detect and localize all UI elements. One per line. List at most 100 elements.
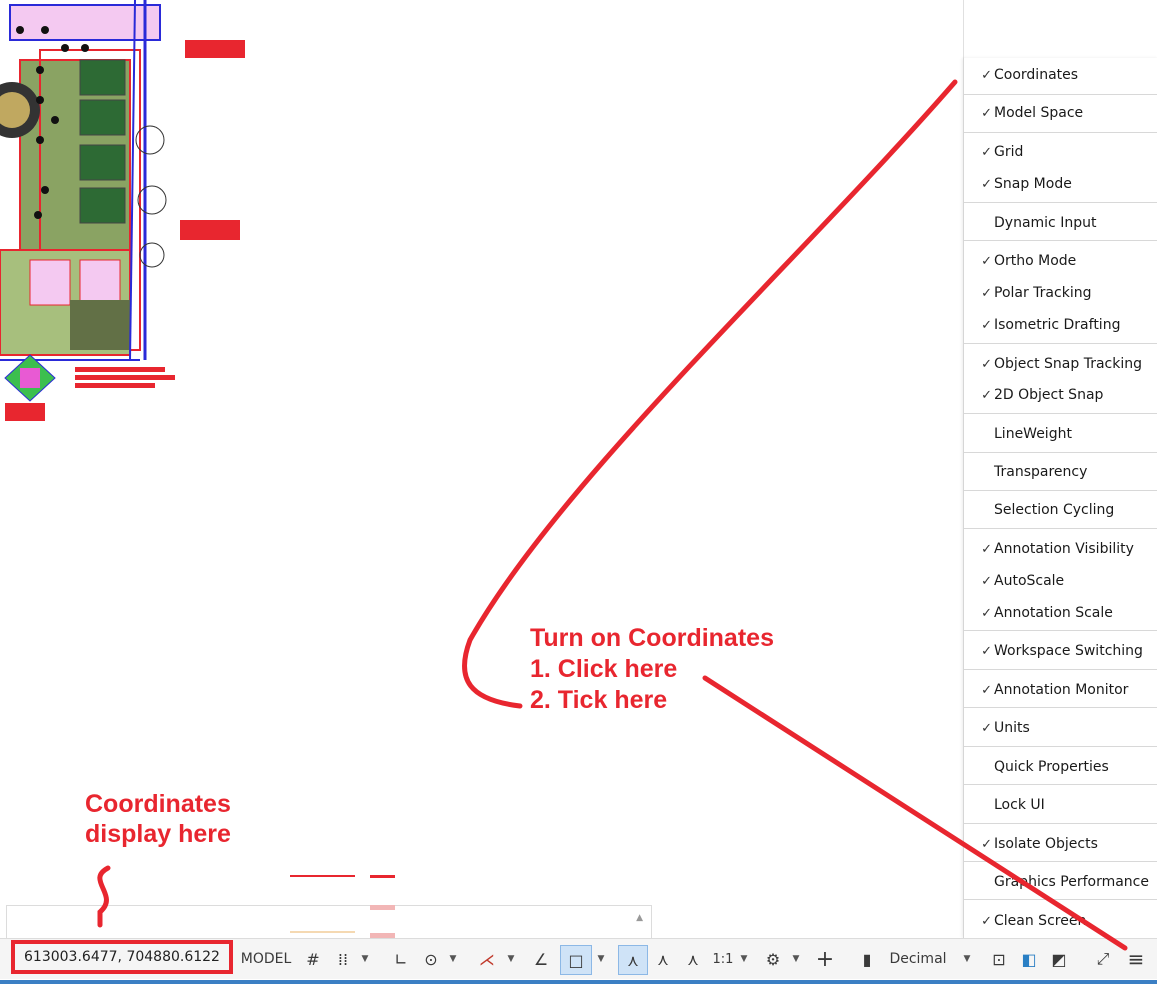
check-icon: ✓ — [981, 285, 992, 301]
menu-item[interactable]: ✓Transparency — [964, 457, 1157, 487]
menu-item[interactable]: ✓LineWeight — [964, 419, 1157, 449]
menu-item[interactable]: ✓ Grid — [964, 137, 1157, 167]
quick-properties-icon[interactable]: ⊡ — [986, 945, 1012, 973]
units-value[interactable]: Decimal — [884, 945, 952, 973]
isodraft-icon[interactable]: ⋌ — [474, 945, 500, 973]
menu-item[interactable]: ✓Selection Cycling — [964, 495, 1157, 525]
menu-item-label: Clean Screen — [994, 913, 1087, 929]
check-icon: ✓ — [981, 573, 992, 589]
menu-item[interactable]: ✓ Ortho Mode — [964, 246, 1157, 276]
coordinates-display[interactable]: 613003.6477, 704880.6122 — [11, 940, 233, 974]
check-icon: ✓ — [981, 913, 992, 929]
annotation-scale-icon[interactable]: ⋏ — [680, 945, 706, 973]
menu-item-label: Lock UI — [994, 797, 1045, 813]
menu-separator — [964, 343, 1157, 344]
fullscreen-icon[interactable]: ⤢ — [1090, 945, 1116, 973]
menu-item-label: Quick Properties — [994, 759, 1109, 775]
grid-icon[interactable]: # — [300, 945, 326, 973]
menu-item-label: Selection Cycling — [994, 502, 1115, 518]
check-icon: ✓ — [981, 144, 992, 160]
menu-separator — [964, 528, 1157, 529]
annotation-click-here: 1. Click here — [530, 655, 678, 683]
menu-item[interactable]: ✓ 2D Object Snap — [964, 380, 1157, 410]
menu-item-label: Ortho Mode — [994, 253, 1077, 269]
autoscale-icon[interactable]: ⋏ — [650, 945, 676, 973]
menu-item[interactable]: ✓Graphics Performance — [964, 867, 1157, 897]
annotation-monitor-icon[interactable]: + — [812, 945, 838, 973]
customization-menu-icon[interactable]: ≡ — [1122, 945, 1150, 973]
annotation-display-here: display here — [85, 820, 231, 848]
polar-dropdown-icon[interactable]: ▼ — [446, 945, 460, 973]
menu-item-label: Workspace Switching — [994, 643, 1143, 659]
menu-item-label: Grid — [994, 144, 1024, 160]
drawing-canvas[interactable] — [0, 0, 250, 500]
menu-item-label: Model Space — [994, 105, 1084, 121]
menu-item[interactable]: ✓Quick Properties — [964, 752, 1157, 782]
menu-item[interactable]: ✓ Annotation Scale — [964, 598, 1157, 628]
status-bar: 613003.6477, 704880.6122 MODEL # ⁞⁞ ▼ ∟ … — [0, 938, 1157, 984]
polar-icon[interactable]: ⊙ — [418, 945, 444, 973]
osnap-icon[interactable]: □ — [560, 945, 592, 975]
menu-item[interactable]: ✓ Annotation Visibility — [964, 534, 1157, 564]
scroll-up-icon[interactable]: ▲ — [636, 913, 643, 923]
menu-item-label: Coordinates — [994, 67, 1079, 83]
menu-item-label: LineWeight — [994, 426, 1072, 442]
annotation-tick-here: 2. Tick here — [530, 686, 668, 714]
check-icon: ✓ — [981, 176, 992, 192]
menu-item[interactable]: ✓Lock UI — [964, 790, 1157, 820]
isodraft-dropdown-icon[interactable]: ▼ — [504, 945, 518, 973]
snap-dropdown-icon[interactable]: ▼ — [358, 945, 372, 973]
menu-separator — [964, 490, 1157, 491]
annotation-scale-value[interactable]: 1:1 — [710, 945, 736, 973]
menu-item[interactable]: ✓ Snap Mode — [964, 169, 1157, 199]
menu-item[interactable]: ✓Dynamic Input — [964, 208, 1157, 238]
menu-separator — [964, 861, 1157, 862]
menu-item[interactable]: ✓ Coordinates — [964, 60, 1157, 90]
menu-separator — [964, 746, 1157, 747]
model-space-button[interactable]: MODEL — [238, 945, 294, 973]
menu-item-label: AutoScale — [994, 573, 1065, 589]
menu-item[interactable]: ✓ AutoScale — [964, 566, 1157, 596]
check-icon: ✓ — [981, 317, 992, 333]
check-icon: ✓ — [981, 253, 992, 269]
menu-item[interactable]: ✓ Annotation Monitor — [964, 675, 1157, 705]
menu-item-label: Annotation Monitor — [994, 682, 1129, 698]
menu-item[interactable]: ✓ Isolate Objects — [964, 829, 1157, 859]
workspace-gear-icon[interactable]: ⚙ — [760, 945, 786, 973]
menu-separator — [964, 669, 1157, 670]
menu-item-label: Isolate Objects — [994, 836, 1098, 852]
menu-separator — [964, 94, 1157, 95]
menu-separator — [964, 707, 1157, 708]
menu-item[interactable]: ✓ Object Snap Tracking — [964, 349, 1157, 379]
check-icon: ✓ — [981, 67, 992, 83]
annot-visibility-icon[interactable]: ⋏ — [618, 945, 648, 975]
menu-item[interactable]: ✓ Polar Tracking — [964, 278, 1157, 308]
menu-item-label: Graphics Performance — [994, 874, 1149, 890]
units-icon[interactable]: ▮ — [856, 945, 878, 973]
units-dropdown-icon[interactable]: ▼ — [960, 945, 974, 973]
check-icon: ✓ — [981, 720, 992, 736]
menu-header-area — [963, 0, 1157, 58]
check-icon: ✓ — [981, 105, 992, 121]
ortho-icon[interactable]: ∟ — [388, 945, 414, 973]
menu-item-label: 2D Object Snap — [994, 387, 1104, 403]
snap-icon[interactable]: ⁞⁞ — [330, 945, 356, 973]
menu-separator — [964, 899, 1157, 900]
menu-item[interactable]: ✓ Clean Screen — [964, 906, 1157, 936]
osnap-dropdown-icon[interactable]: ▼ — [594, 945, 608, 973]
workspace-dropdown-icon[interactable]: ▼ — [790, 945, 802, 973]
menu-item[interactable]: ✓ Isometric Drafting — [964, 310, 1157, 340]
isolate-objects-icon[interactable]: ◧ — [1016, 945, 1042, 973]
menu-separator — [964, 630, 1157, 631]
menu-item[interactable]: ✓ Model Space — [964, 98, 1157, 128]
check-icon: ✓ — [981, 605, 992, 621]
menu-separator — [964, 202, 1157, 203]
check-icon: ✓ — [981, 387, 992, 403]
menu-item[interactable]: ✓ Workspace Switching — [964, 636, 1157, 666]
menu-item[interactable]: ✓ Units — [964, 713, 1157, 743]
menu-separator — [964, 240, 1157, 241]
scale-dropdown-icon[interactable]: ▼ — [738, 945, 750, 973]
menu-item-label: Object Snap Tracking — [994, 356, 1143, 372]
graphics-performance-icon[interactable]: ◩ — [1046, 945, 1072, 973]
osnap-track-icon[interactable]: ∠ — [528, 945, 554, 973]
